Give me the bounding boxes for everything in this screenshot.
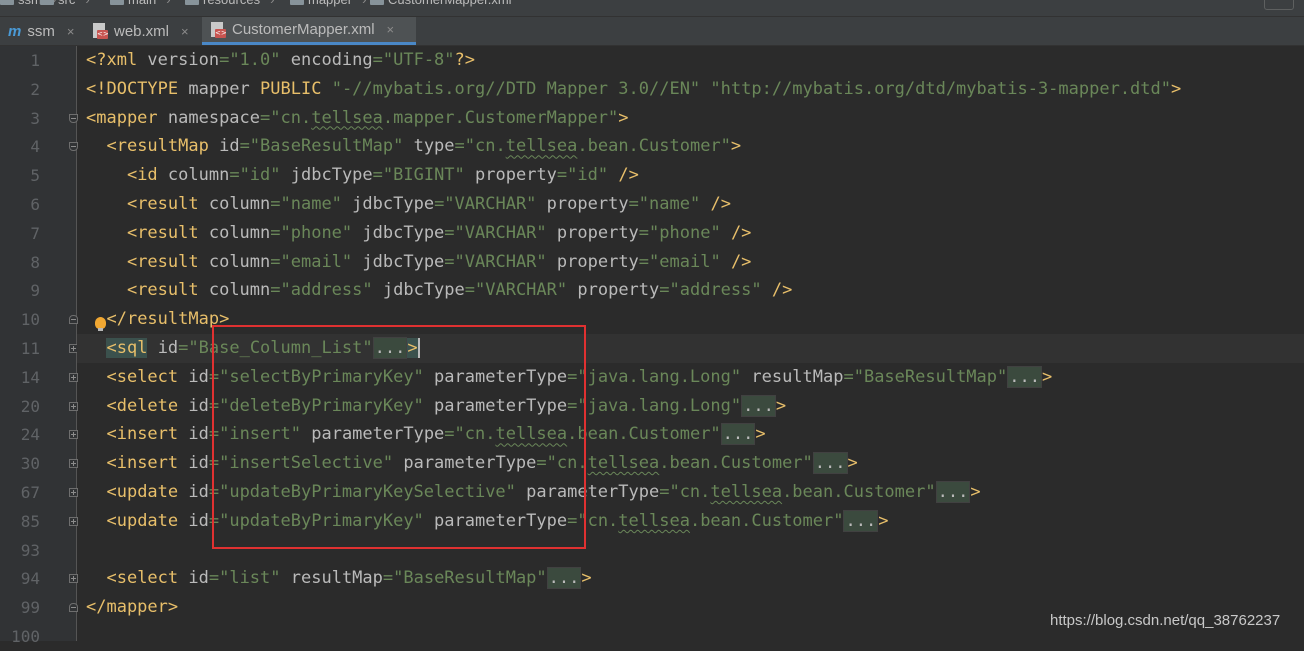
code-line[interactable]: <select id="selectByPrimaryKey" paramete…	[77, 363, 1304, 392]
breadcrumb-label: resources	[203, 0, 260, 7]
chevron-right-icon: ›	[270, 0, 274, 7]
xml-file-icon: <>	[210, 21, 227, 38]
folder-icon	[370, 0, 384, 5]
folder-icon	[110, 0, 124, 5]
line-number: 85	[20, 511, 40, 531]
code-line[interactable]: </resultMap>	[77, 305, 1304, 334]
code-line[interactable]	[77, 536, 1304, 565]
folder-icon	[290, 0, 304, 5]
line-number: 3	[30, 108, 40, 128]
line-number: 30	[20, 454, 40, 474]
breadcrumb-item[interactable]: mapper ›	[290, 0, 366, 7]
chevron-right-icon: ›	[166, 0, 170, 7]
line-number: 4	[30, 137, 40, 157]
tab-label: web.xml	[114, 22, 170, 40]
code-text: <result column="address" jdbcType="VARCH…	[126, 280, 793, 301]
code-text: <sql id="Base_Column_List"... >	[106, 337, 420, 359]
code-line[interactable]: <delete id="deleteByPrimaryKey" paramete…	[77, 392, 1304, 421]
code-line[interactable]: <result column="email" jdbcType="VARCHAR…	[77, 248, 1304, 277]
line-number: 14	[20, 367, 40, 387]
code-line[interactable]: <update id="updateByPrimaryKey" paramete…	[77, 507, 1304, 536]
line-number: 20	[20, 396, 40, 416]
xml-file-icon: <>	[92, 23, 109, 39]
tab-ssm[interactable]: m ssm ×	[0, 17, 82, 45]
line-number: 8	[30, 252, 40, 272]
code-text: <select id="selectByPrimaryKey" paramete…	[106, 365, 1053, 388]
folder-icon	[185, 0, 199, 5]
code-text: <id column="id" jdbcType="BIGINT" proper…	[126, 165, 639, 186]
code-text: <!DOCTYPE mapper PUBLIC "-//mybatis.org/…	[86, 78, 1182, 99]
code-text: <result column="phone" jdbcType="VARCHAR…	[126, 222, 752, 243]
code-text: <delete id="deleteByPrimaryKey" paramete…	[106, 394, 787, 417]
line-number: 9	[30, 281, 40, 301]
tab-label: CustomerMapper.xml	[232, 21, 375, 38]
code-line[interactable]: <id column="id" jdbcType="BIGINT" proper…	[77, 161, 1304, 190]
code-line[interactable]: <?xml version="1.0" encoding="UTF-8"?>	[77, 46, 1304, 75]
line-number: 93	[20, 540, 40, 560]
line-number: 6	[30, 195, 40, 214]
code-line[interactable]: <resultMap id="BaseResultMap" type="cn.t…	[77, 132, 1304, 161]
code-line[interactable]: <insert id="insert" parameterType="cn.te…	[77, 420, 1304, 449]
watermark: https://blog.csdn.net/qq_38762237	[1050, 612, 1281, 629]
code-line[interactable]: <result column="address" jdbcType="VARCH…	[77, 276, 1304, 305]
close-icon[interactable]: ×	[67, 24, 75, 39]
code-editor[interactable]: <?xml version="1.0" encoding="UTF-8"?> <!…	[77, 46, 1304, 641]
code-line[interactable]: <select id="list" resultMap="BaseResultM…	[77, 564, 1304, 593]
breadcrumb-item[interactable]: main ›	[110, 0, 171, 7]
line-number: 10	[20, 310, 40, 330]
code-text: <update id="updateByPrimaryKey" paramete…	[106, 509, 889, 532]
code-line[interactable]: <mapper namespace="cn.tellsea.mapper.Cus…	[77, 104, 1304, 133]
code-text: </resultMap>	[106, 309, 230, 330]
line-number: 99	[20, 598, 40, 618]
code-line[interactable]: <sql id="Base_Column_List"... >	[77, 334, 1304, 363]
line-number: 24	[20, 425, 40, 445]
breadcrumb-label: mapper	[308, 0, 352, 7]
folder-icon	[0, 0, 14, 5]
line-number: 94	[20, 569, 40, 589]
maven-m-icon: m	[8, 22, 22, 40]
line-number: 67	[20, 483, 40, 502]
tab-web-xml[interactable]: <> web.xml ×	[84, 17, 200, 45]
lightbulb-icon[interactable]	[95, 317, 106, 331]
breadcrumb-label: src	[58, 0, 75, 7]
line-number: 7	[30, 223, 40, 243]
breadcrumb-label: CustomerMapper.xml	[388, 0, 512, 7]
chevron-right-icon: ›	[85, 0, 89, 7]
code-text: <result column="name" jdbcType="VARCHAR"…	[126, 194, 731, 214]
line-number: 11	[20, 339, 40, 358]
code-line[interactable]: <result column="phone" jdbcType="VARCHAR…	[77, 219, 1304, 248]
code-text: <result column="email" jdbcType="VARCHAR…	[126, 251, 752, 272]
code-text: <select id="list" resultMap="BaseResultM…	[106, 567, 592, 590]
code-line[interactable]: <update id="updateByPrimaryKeySelective"…	[77, 478, 1304, 507]
breadcrumb-label: ssm	[18, 0, 42, 7]
breadcrumb-item[interactable]: CustomerMapper.xml	[370, 0, 512, 7]
code-text: <resultMap id="BaseResultMap" type="cn.t…	[106, 136, 742, 157]
code-text: <?xml version="1.0" encoding="UTF-8"?>	[86, 50, 476, 70]
chevron-right-icon: ›	[362, 0, 366, 7]
code-text: </mapper>	[86, 597, 179, 618]
code-text: <mapper namespace="cn.tellsea.mapper.Cus…	[86, 107, 629, 128]
tab-label: ssm	[27, 22, 55, 40]
tab-customermapper-xml[interactable]: <> CustomerMapper.xml ×	[202, 17, 416, 45]
editor-tab-bar: m ssm × <> web.xml × <> CustomerMapper.x…	[0, 17, 1304, 46]
code-text: <update id="updateByPrimaryKeySelective"…	[106, 481, 981, 503]
folder-icon	[40, 0, 54, 5]
breadcrumb-label: main	[128, 0, 156, 7]
code-text: <insert id="insert" parameterType="cn.te…	[106, 423, 766, 446]
line-number: 2	[30, 79, 40, 99]
line-number: 100	[11, 627, 40, 646]
code-text: <insert id="insertSelective" parameterTy…	[106, 452, 858, 475]
toolbar-button[interactable]	[1264, 0, 1294, 10]
line-number-gutter[interactable]: 1 2 3 4 5 6 7 8 9 10 11 14 20 24 30 67 85 93 94 99 100	[0, 46, 78, 646]
line-number: 1	[30, 51, 40, 70]
code-line[interactable]: <!DOCTYPE mapper PUBLIC "-//mybatis.org/…	[77, 75, 1304, 104]
breadcrumb-item[interactable]: resources ›	[185, 0, 274, 7]
breadcrumb: ssm›src›main›resources›mapper›CustomerMa…	[0, 0, 1304, 17]
breadcrumb-item[interactable]: src ›	[40, 0, 90, 7]
line-number: 5	[30, 166, 40, 186]
close-icon[interactable]: ×	[181, 24, 189, 39]
code-line[interactable]: <result column="name" jdbcType="VARCHAR"…	[77, 190, 1304, 219]
code-line[interactable]: <insert id="insertSelective" parameterTy…	[77, 449, 1304, 478]
close-icon[interactable]: ×	[387, 22, 395, 37]
